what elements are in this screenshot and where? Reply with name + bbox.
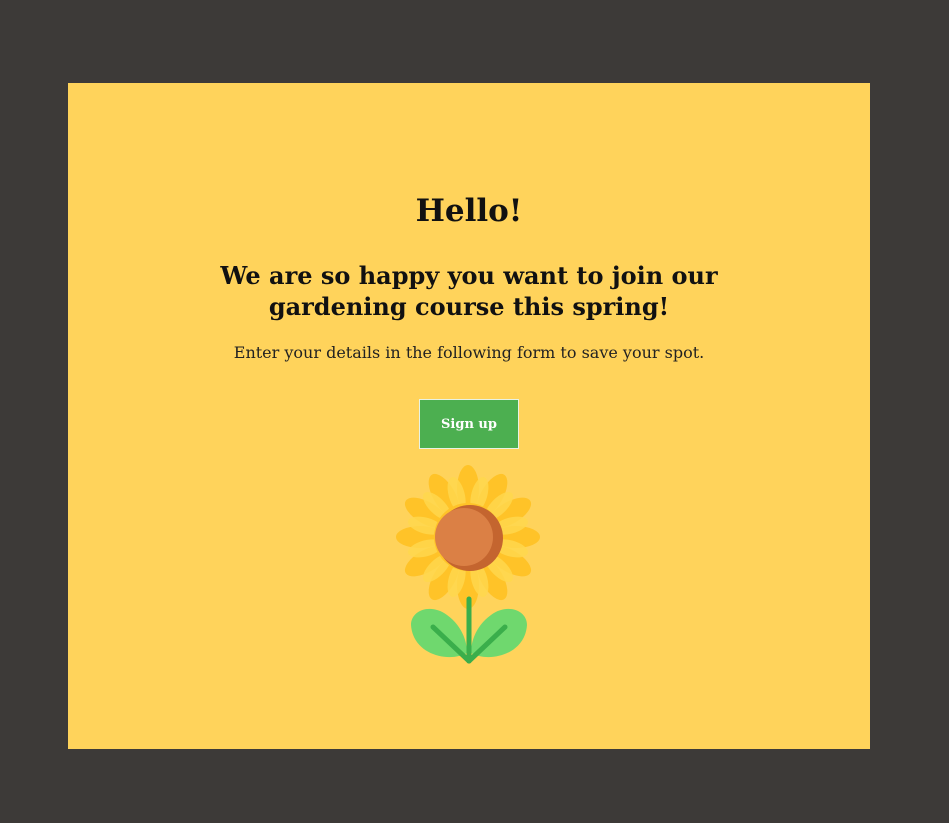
sunflower-icon: [396, 465, 540, 664]
sunflower-petals: [396, 465, 540, 609]
signup-card: Hello! We are so happy you want to join …: [68, 83, 870, 749]
sign-up-button[interactable]: Sign up: [419, 399, 519, 449]
page-subtitle: We are so happy you want to join our gar…: [220, 261, 718, 321]
intro-text: Enter your details in the following form…: [233, 343, 705, 362]
page-title: Hello!: [415, 193, 523, 229]
